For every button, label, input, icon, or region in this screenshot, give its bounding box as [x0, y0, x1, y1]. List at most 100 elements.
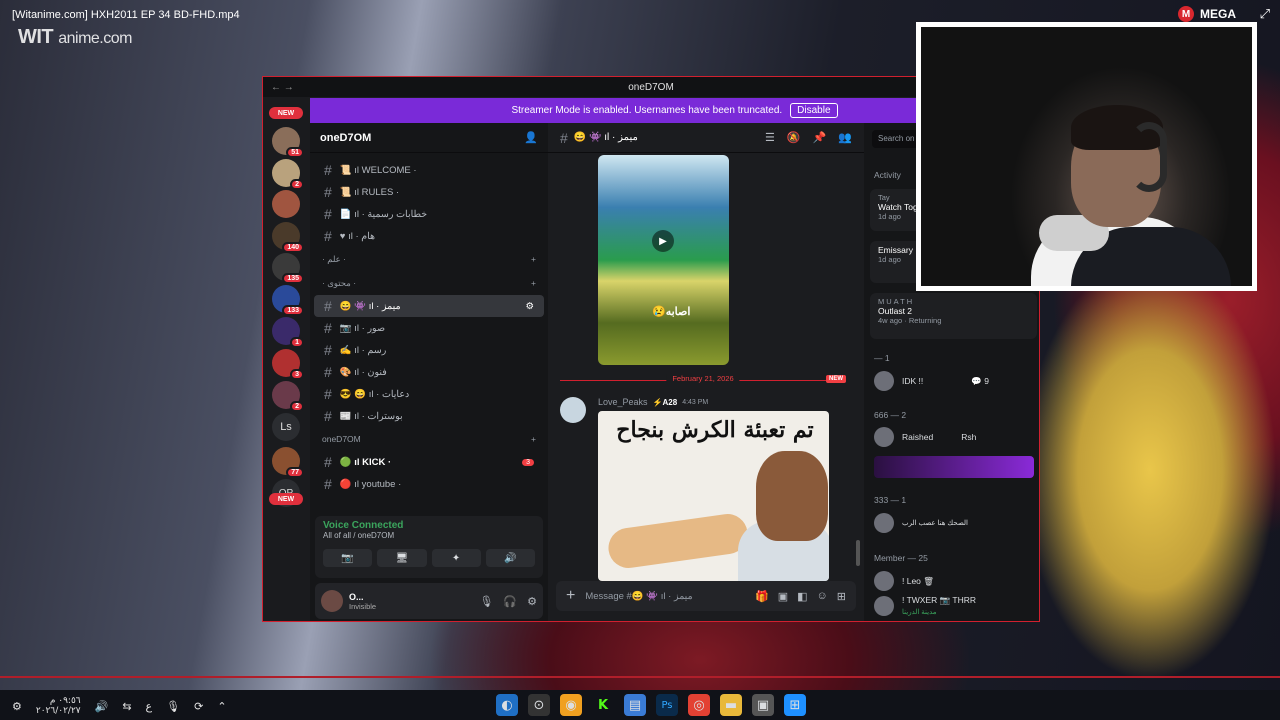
hash-icon: #	[324, 206, 332, 222]
clock[interactable]: ٠٩:٥٦ م ٢٠٢٦/٠٢/٢٧	[36, 696, 81, 716]
member-item[interactable]: Raished Rsh	[874, 427, 976, 447]
channel-item[interactable]: # 📄 ıl · خطابات رسمية	[314, 203, 544, 225]
category-header[interactable]: · محتوى · +	[310, 271, 548, 295]
composer-placeholder: Message #😄 👾 ıl · ميمز	[585, 590, 693, 602]
app-icon[interactable]: ▣	[752, 694, 774, 716]
camera-icon[interactable]: 📷	[323, 549, 373, 567]
sticker-icon[interactable]: ◧	[797, 590, 807, 603]
channel-item[interactable]: # 🟢 ıl KICK · 3	[314, 451, 544, 473]
meme-image[interactable]: تم تعبئة الكرش بنجاح	[598, 411, 829, 581]
server-header[interactable]: oneD7OM 👤	[310, 123, 548, 153]
app-icon[interactable]: ⊙	[528, 694, 550, 716]
members-icon[interactable]: 👥	[838, 131, 852, 144]
mute-icon[interactable]: 🔕	[787, 131, 801, 144]
member-item[interactable]: ! Leo 🗑	[874, 571, 934, 591]
add-member-icon: 👤	[524, 132, 538, 144]
windows-icon[interactable]: ⊞	[784, 694, 806, 716]
hash-icon: #	[324, 408, 332, 424]
plus-icon[interactable]: +	[566, 587, 575, 605]
server-list: NEW 51 2 140 135 133 1 3 2 Ls 77 OP NEW	[263, 97, 310, 621]
banner-text: Streamer Mode is enabled. Usernames have…	[511, 105, 783, 116]
back-forward-icon[interactable]: ← →	[271, 82, 294, 93]
soundboard-icon[interactable]: 🔊	[485, 549, 535, 567]
folder-icon[interactable]: ▬	[720, 694, 742, 716]
threads-icon[interactable]: ☰	[765, 131, 775, 144]
server-icon[interactable]: 51	[272, 127, 304, 158]
avatar	[874, 595, 894, 616]
video-attachment[interactable]: ▶ 😢اصابه	[598, 155, 729, 365]
channel-item[interactable]: # 🔴 ıl youtube ·	[314, 473, 544, 495]
mic-icon[interactable]: 🎙	[166, 700, 180, 713]
server-icon[interactable]: 140	[272, 222, 304, 253]
member-item[interactable]: الصحك هنا عصب الرب	[874, 513, 968, 533]
kick-icon[interactable]: K	[592, 694, 614, 716]
server-icon[interactable]	[272, 190, 300, 218]
photoshop-icon[interactable]: Ps	[656, 694, 678, 716]
channel-item[interactable]: # 😎 😄 ıl · دعايات	[314, 383, 544, 405]
hash-icon: #	[560, 129, 568, 146]
channel-item[interactable]: # 📰 ıl · بوسترات	[314, 405, 544, 427]
avatar	[874, 371, 894, 391]
sync-icon[interactable]: ⟳	[194, 700, 203, 713]
message-composer[interactable]: + Message #😄 👾 ıl · ميمز 🎁 ▣ ◧ ☺ ⊞	[556, 581, 856, 611]
timestamp: 4:43 PM	[682, 398, 709, 406]
pin-icon[interactable]: 📌	[813, 131, 827, 144]
server-icon[interactable]: 3	[272, 349, 304, 380]
activity-card[interactable]: MUATH Outlast 2 4w ago · Returning	[870, 293, 1037, 339]
channel-item[interactable]: # ♥ ıl · هام	[314, 225, 544, 247]
channel-item[interactable]: # 🎨 ıl · فنون	[314, 361, 544, 383]
hash-icon: #	[324, 162, 332, 178]
server-icon[interactable]: 2	[272, 159, 304, 190]
screen-share-icon[interactable]: 🖥	[377, 549, 427, 567]
discord-icon[interactable]: ◉	[560, 694, 582, 716]
avatar[interactable]	[560, 397, 586, 423]
gif-icon[interactable]: ▣	[778, 590, 788, 603]
chrome-icon[interactable]: ◎	[688, 694, 710, 716]
voice-panel: Voice Connected All of all / oneD7OM 📷 🖥…	[315, 516, 543, 578]
member-item[interactable]: IDK !! 💬 9	[874, 371, 989, 391]
member-group: 666 — 2	[874, 410, 907, 420]
category-header[interactable]: oneD7OM +	[310, 427, 548, 451]
channel-item-selected[interactable]: # 😄 👾 ıl · ميمز ⚙	[314, 295, 544, 317]
voice-status: Voice Connected	[323, 520, 404, 531]
volume-icon[interactable]: 🔊	[95, 700, 109, 713]
avatar[interactable]	[321, 590, 343, 612]
gift-icon[interactable]: 🎁	[755, 590, 769, 603]
server-icon[interactable]: 77	[272, 447, 304, 478]
share-icon[interactable]: ⤢	[1260, 7, 1270, 22]
gear-icon[interactable]: ⚙	[527, 595, 537, 608]
hash-icon: #	[324, 342, 332, 358]
apps-icon[interactable]: ⊞	[837, 590, 846, 603]
play-icon[interactable]: ▶	[652, 230, 674, 252]
channel-item[interactable]: # 📜 ıl RULES ·	[314, 181, 544, 203]
user-status: Invisible	[349, 601, 377, 611]
server-icon[interactable]: 2	[272, 381, 304, 412]
category-header[interactable]: · علم · +	[310, 247, 548, 271]
edge-icon[interactable]: ◐	[496, 694, 518, 716]
channel-item[interactable]: # 📷 ıl · صور	[314, 317, 544, 339]
avatar	[874, 427, 894, 447]
channel-list: oneD7OM 👤 # 📜 ıl WELCOME · # 📜 ıl RULES · #…	[310, 123, 548, 621]
video-progress[interactable]	[0, 676, 1280, 678]
disable-button[interactable]: Disable	[790, 103, 838, 118]
chevron-up-icon[interactable]: ⌃	[217, 700, 226, 713]
boosted-member[interactable]	[874, 456, 1034, 478]
network-icon[interactable]: ⇆	[122, 700, 131, 713]
server-icon[interactable]: 1	[272, 317, 304, 348]
member-item[interactable]: ! TWXER 📷 THRR مدينة الدرينا	[874, 595, 976, 616]
headphones-icon[interactable]: 🎧	[503, 595, 517, 608]
scrollbar[interactable]	[856, 540, 860, 566]
mega-logo[interactable]: M MEGA	[1178, 6, 1236, 22]
notepad-icon[interactable]: ▤	[624, 694, 646, 716]
server-icon[interactable]: 133	[272, 285, 304, 316]
channel-item[interactable]: # ✍ ıl · رسم	[314, 339, 544, 361]
server-icon[interactable]: Ls	[272, 413, 300, 441]
mic-icon[interactable]: 🎙	[479, 595, 493, 608]
channel-item[interactable]: # 📜 ıl WELCOME ·	[314, 159, 544, 181]
activities-icon[interactable]: ✦	[431, 549, 481, 567]
settings-icon[interactable]: ⚙	[12, 700, 22, 713]
emoji-icon[interactable]: ☺	[817, 590, 828, 603]
server-icon[interactable]: 135	[272, 253, 304, 284]
hash-icon: #	[324, 364, 332, 380]
language-indicator[interactable]: ع	[146, 700, 153, 713]
